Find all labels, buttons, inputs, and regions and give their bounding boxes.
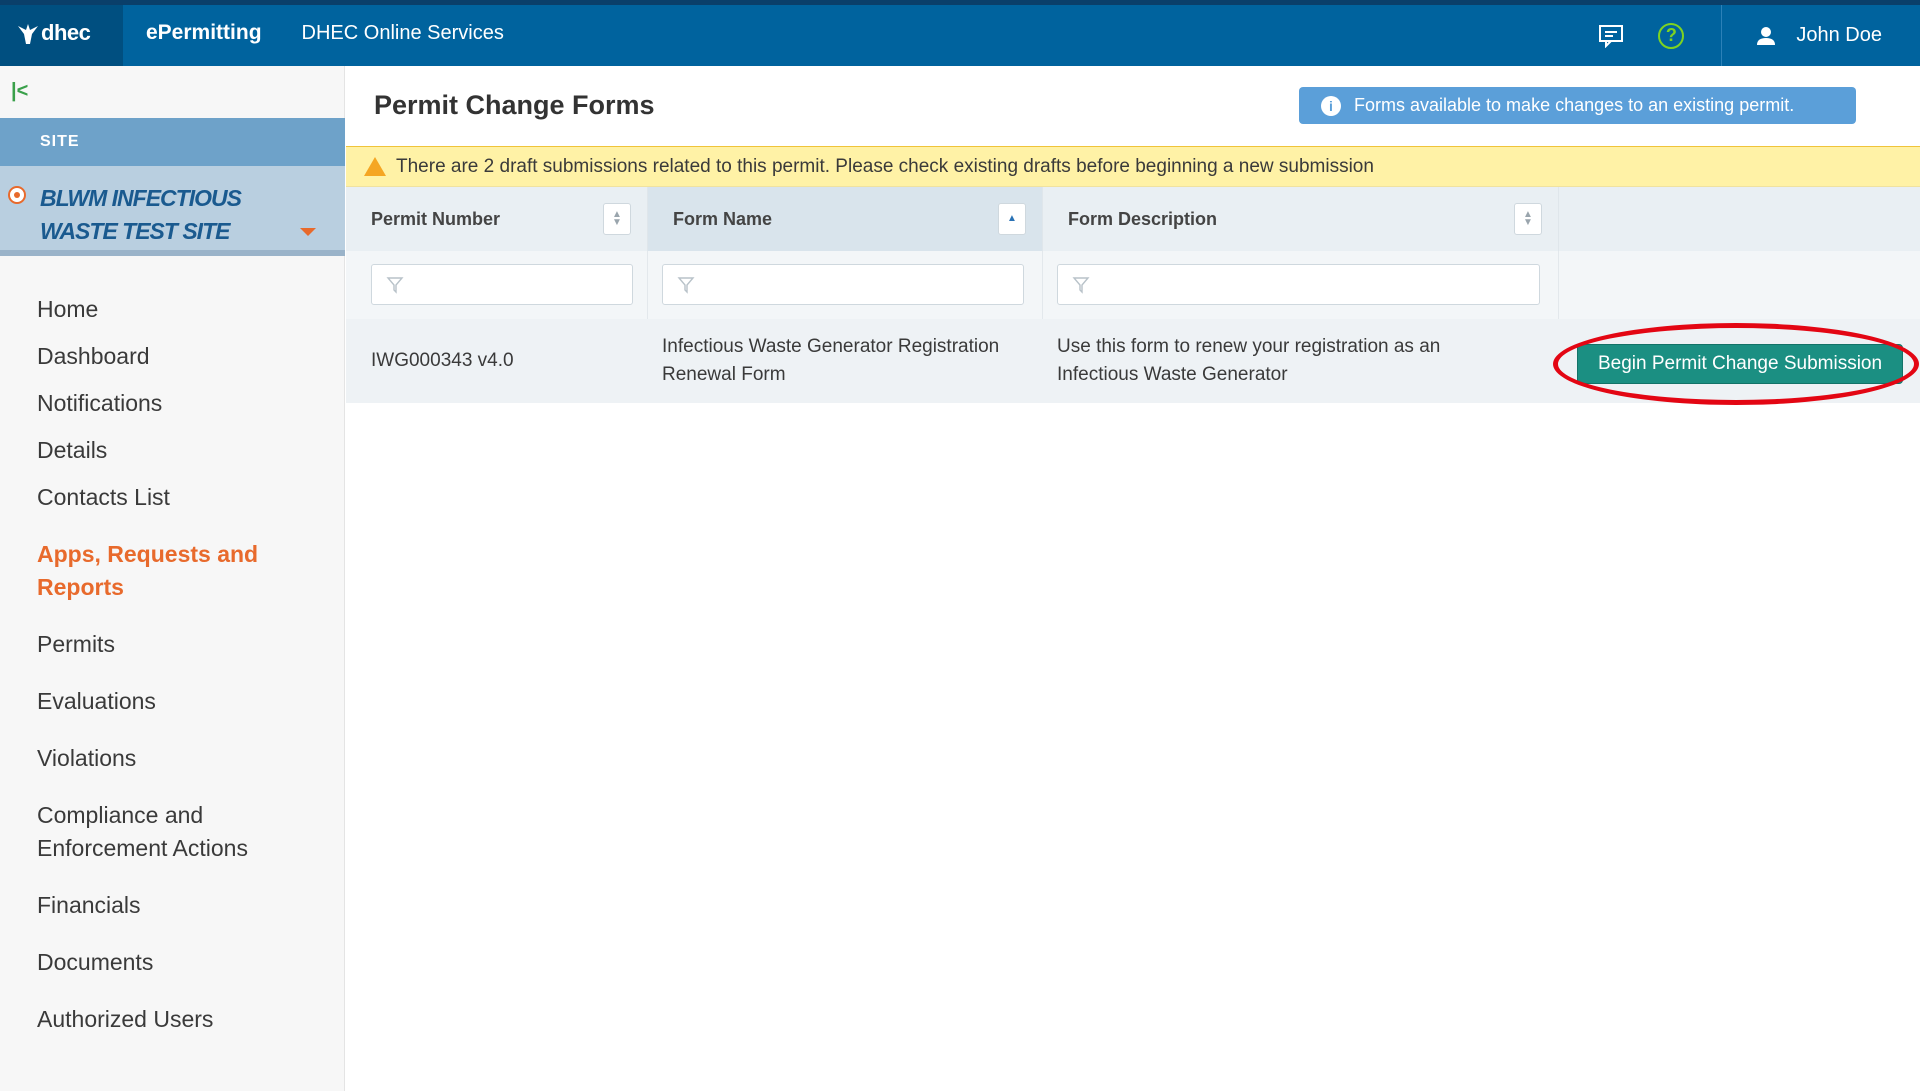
chevron-down-icon[interactable] xyxy=(300,228,316,236)
draft-warning-banner: There are 2 draft submissions related to… xyxy=(346,146,1920,187)
column-header-form-description[interactable]: Form Description ▲ ▼ xyxy=(1043,187,1559,251)
collapse-sidebar-icon[interactable]: |< xyxy=(11,80,28,103)
site-radio-icon xyxy=(8,186,26,204)
column-header-actions xyxy=(1559,187,1920,251)
sidebar-item-financials[interactable]: Financials xyxy=(0,889,345,946)
sidebar-item-home[interactable]: Home xyxy=(0,293,345,340)
form-description-cell: Use this form to renew your registration… xyxy=(1057,336,1441,385)
site-section-label: SITE xyxy=(0,118,345,166)
table-header: Permit Number ▲ ▼ Form Name ▲ Form Descri… xyxy=(346,187,1920,251)
warning-text: There are 2 draft submissions related to… xyxy=(396,155,1374,177)
user-name: John Doe xyxy=(1796,24,1882,46)
sidebar-item-details[interactable]: Details xyxy=(0,434,345,481)
filter-icon xyxy=(1072,277,1090,294)
sidebar: |< SITE BLWM INFECTIOUS WASTE TEST SITE … xyxy=(0,66,345,1091)
sidebar-item-notifications[interactable]: Notifications xyxy=(0,387,345,434)
sidebar-item-compliance-enforcement[interactable]: Compliance and Enforcement Actions xyxy=(0,799,260,889)
sidebar-item-dashboard[interactable]: Dashboard xyxy=(0,340,345,387)
dhec-logo: dhec xyxy=(16,20,91,46)
begin-permit-change-submission-button[interactable]: Begin Permit Change Submission xyxy=(1577,344,1903,384)
info-text: Forms available to make changes to an ex… xyxy=(1354,95,1795,115)
top-right-actions: ? John Doe xyxy=(1581,5,1920,66)
palmetto-icon xyxy=(18,24,38,44)
site-name: BLWM INFECTIOUS WASTE TEST SITE xyxy=(40,185,242,244)
logo-area[interactable]: dhec xyxy=(0,0,123,66)
page-title: Permit Change Forms xyxy=(374,90,655,120)
user-icon xyxy=(1757,26,1776,45)
app-name[interactable]: ePermitting xyxy=(146,21,262,45)
permit-number-cell: IWG000343 v4.0 xyxy=(371,350,514,371)
form-name-cell: Infectious Waste Generator Registration … xyxy=(662,336,1000,385)
column-header-permit-number[interactable]: Permit Number ▲ ▼ xyxy=(346,187,648,251)
main-content: Permit Change Forms i Forms available to… xyxy=(346,66,1920,1091)
column-header-form-name[interactable]: Form Name ▲ xyxy=(648,187,1043,251)
app-subtitle-link[interactable]: DHEC Online Services xyxy=(302,22,504,45)
sidebar-item-apps-requests-reports[interactable]: Apps, Requests and Reports xyxy=(0,538,280,628)
sort-icon[interactable]: ▲ ▼ xyxy=(603,203,631,235)
sidebar-item-violations[interactable]: Violations xyxy=(0,742,345,799)
sidebar-item-evaluations[interactable]: Evaluations xyxy=(0,685,345,742)
top-navigation-bar: dhec ePermitting DHEC Online Services ? … xyxy=(0,0,1920,66)
permit-number-filter-input[interactable] xyxy=(371,264,633,305)
logo-text: dhec xyxy=(41,20,91,45)
info-banner: i Forms available to make changes to an … xyxy=(1299,87,1856,124)
filter-icon xyxy=(677,277,695,294)
user-menu[interactable]: John Doe xyxy=(1721,5,1920,66)
sidebar-nav: Home Dashboard Notifications Details Con… xyxy=(0,291,345,1050)
table-filter-row xyxy=(346,251,1920,319)
sidebar-item-permits[interactable]: Permits xyxy=(0,628,345,685)
sidebar-item-contacts-list[interactable]: Contacts List xyxy=(0,481,345,538)
form-description-filter-input[interactable] xyxy=(1057,264,1540,305)
filter-icon xyxy=(386,277,404,294)
feedback-icon[interactable] xyxy=(1581,5,1641,66)
sort-icon[interactable]: ▲ ▼ xyxy=(1514,203,1542,235)
form-name-filter-input[interactable] xyxy=(662,264,1024,305)
sort-ascending-icon[interactable]: ▲ xyxy=(998,203,1026,235)
site-selector[interactable]: BLWM INFECTIOUS WASTE TEST SITE xyxy=(0,166,345,256)
help-icon[interactable]: ? xyxy=(1641,5,1701,66)
sidebar-item-authorized-users[interactable]: Authorized Users xyxy=(0,1003,345,1050)
info-icon: i xyxy=(1321,95,1341,116)
sidebar-item-documents[interactable]: Documents xyxy=(0,946,345,1003)
warning-icon xyxy=(364,157,386,176)
